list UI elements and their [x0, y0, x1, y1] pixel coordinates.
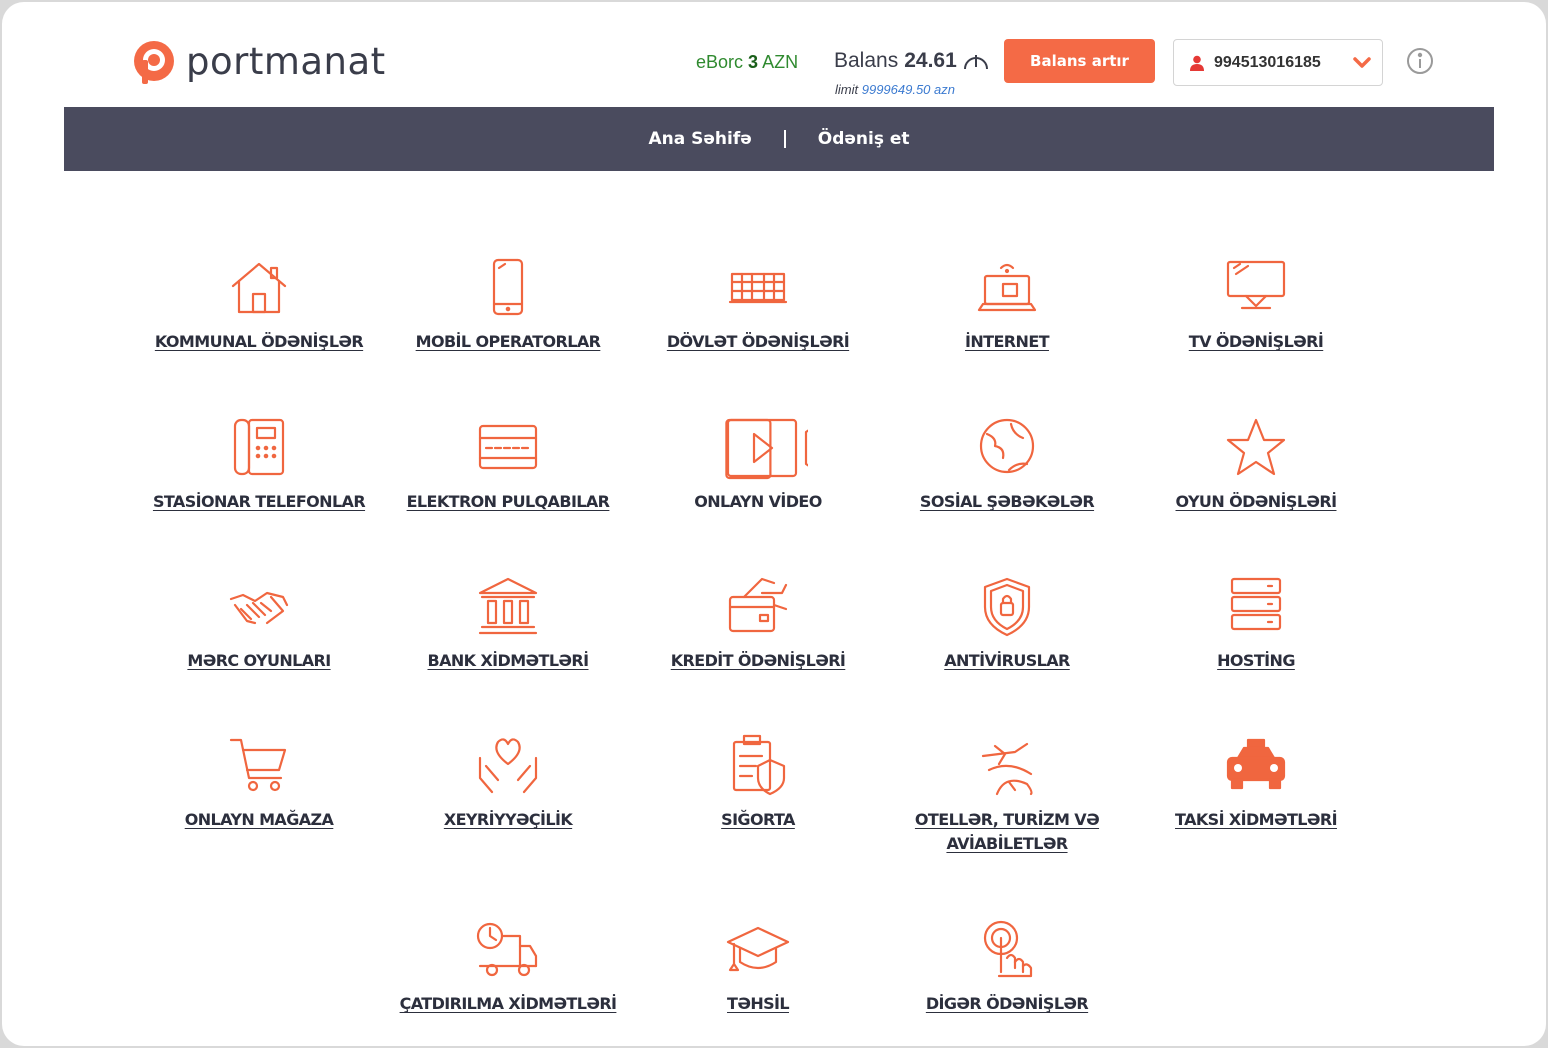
category-bank[interactable]: BANK XİDMƏTLƏRİ [388, 575, 628, 673]
category-betting[interactable]: MƏRC OYUNLARI [139, 575, 379, 673]
category-travel[interactable]: OTELLƏR, TURİZM VƏ AVİABİLETLƏR [887, 734, 1127, 856]
category-label: XEYRİYYƏÇİLİK [443, 810, 573, 829]
graduation-cap-icon [726, 926, 790, 972]
category-label: ONLAYN VİDEO [694, 492, 822, 511]
category-video[interactable]: ONLAYN VİDEO [638, 416, 878, 514]
category-label: ELEKTRON PULQABILAR [406, 492, 610, 511]
credit-card-hand-icon [728, 577, 788, 633]
category-education[interactable]: TƏHSİL [638, 918, 878, 1016]
category-credit[interactable]: KREDİT ÖDƏNİŞLƏRİ [638, 575, 878, 673]
category-label: DİGƏR ÖDƏNİŞLƏR [925, 994, 1089, 1013]
taxi-icon [1226, 738, 1286, 790]
category-ewallet[interactable]: ELEKTRON PULQABILAR [388, 416, 628, 514]
card-wallet-icon [478, 424, 538, 470]
tap-finger-icon [983, 920, 1033, 978]
category-label: KOMMUNAL ÖDƏNİŞLƏR [154, 332, 364, 351]
category-hosting[interactable]: HOSTİNG [1136, 575, 1376, 673]
mobile-phone-icon [492, 258, 524, 316]
video-camera-icon [725, 418, 808, 480]
category-label: TV ÖDƏNİŞLƏRİ [1188, 332, 1324, 351]
category-other[interactable]: DİGƏR ÖDƏNİŞLƏR [887, 918, 1127, 1016]
category-delivery[interactable]: ÇATDIRILMA XİDMƏTLƏRİ [388, 918, 628, 1016]
globe-icon [979, 418, 1035, 474]
app-window: portmanat eBorc 3 AZN Balans 24.61 limit… [2, 2, 1546, 1046]
category-taxi[interactable]: TAKSİ XİDMƏTLƏRİ [1136, 734, 1376, 832]
handshake-icon [229, 591, 289, 625]
bank-icon [478, 577, 538, 635]
category-label: ÇATDIRILMA XİDMƏTLƏRİ [399, 994, 617, 1013]
delivery-truck-icon [476, 922, 538, 977]
category-insurance[interactable]: SIĞORTA [638, 734, 878, 832]
category-label: OTELLƏR, TURİZM VƏ AVİABİLETLƏR [914, 810, 1100, 853]
category-antivirus[interactable]: ANTİVİRUSLAR [887, 575, 1127, 673]
category-label: SOSİAL ŞƏBƏKƏLƏR [919, 492, 1095, 511]
heart-hands-icon [478, 738, 538, 794]
category-social[interactable]: SOSİAL ŞƏBƏKƏLƏR [887, 416, 1127, 514]
category-label: DÖVLƏT ÖDƏNİŞLƏRİ [666, 332, 850, 351]
category-label: MƏRC OYUNLARI [187, 651, 331, 670]
shield-lock-icon [983, 577, 1031, 637]
category-landline[interactable]: STASİONAR TELEFONLAR [139, 416, 379, 514]
category-label: SIĞORTA [721, 810, 795, 829]
insurance-document-icon [732, 734, 786, 796]
category-label: KREDİT ÖDƏNİŞLƏRİ [670, 651, 846, 670]
laptop-wifi-icon [977, 263, 1037, 312]
category-tv[interactable]: TV ÖDƏNİŞLƏRİ [1136, 256, 1376, 354]
category-label: İNTERNET [965, 332, 1050, 351]
category-internet[interactable]: İNTERNET [887, 256, 1127, 354]
tv-icon [1226, 260, 1286, 310]
category-label: ONLAYN MAĞAZA [184, 810, 334, 829]
plane-globe-icon [981, 742, 1033, 796]
house-icon [231, 262, 287, 314]
government-building-icon [728, 272, 788, 304]
category-charity[interactable]: XEYRİYYƏÇİLİK [388, 734, 628, 832]
desk-phone-icon [233, 418, 285, 476]
category-mobile[interactable]: MOBİL OPERATORLAR [388, 256, 628, 354]
category-label: TAKSİ XİDMƏTLƏRİ [1175, 810, 1338, 829]
category-kommunal[interactable]: KOMMUNAL ÖDƏNİŞLƏR [139, 256, 379, 354]
shopping-cart-icon [229, 738, 287, 792]
category-label: BANK XİDMƏTLƏRİ [427, 651, 590, 670]
server-icon [1230, 577, 1282, 631]
category-label: STASİONAR TELEFONLAR [152, 492, 366, 511]
category-government[interactable]: DÖVLƏT ÖDƏNİŞLƏRİ [638, 256, 878, 354]
category-label: MOBİL OPERATORLAR [415, 332, 601, 351]
category-label: OYUN ÖDƏNİŞLƏRİ [1175, 492, 1338, 511]
category-games[interactable]: OYUN ÖDƏNİŞLƏRİ [1136, 416, 1376, 514]
category-label: ANTİVİRUSLAR [944, 651, 1070, 670]
category-label: HOSTİNG [1217, 651, 1295, 670]
category-online-shop[interactable]: ONLAYN MAĞAZA [139, 734, 379, 832]
star-icon [1226, 418, 1286, 476]
category-grid: KOMMUNAL ÖDƏNİŞLƏR MOBİL OPERATORLAR DÖV… [2, 2, 1546, 1046]
category-label: TƏHSİL [727, 994, 790, 1013]
